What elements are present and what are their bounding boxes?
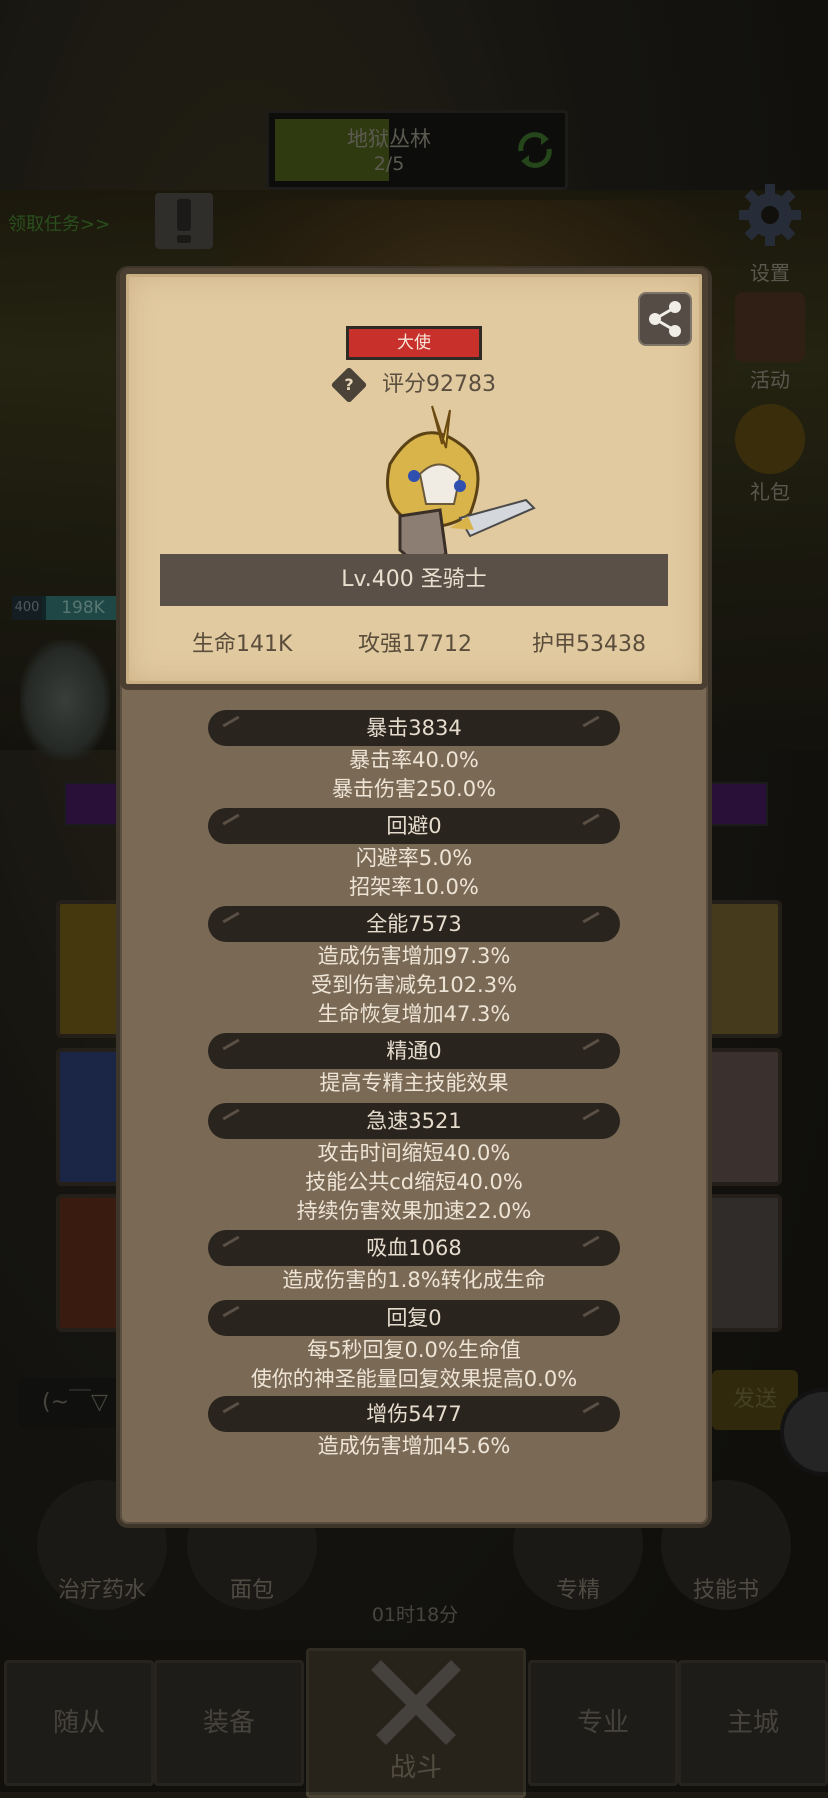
stat-line: 生命恢复增加47.3% [317,1002,511,1026]
stat-line: 受到伤害减免102.3% [310,973,518,997]
attack-stat: 攻强17712 [358,632,472,657]
stat-line: 暴击伤害250.0% [331,777,497,801]
hp-stat: 生命141K [192,632,293,657]
stat-header-lifesteal: 吸血1068 [208,1230,620,1266]
share-button[interactable] [638,292,692,346]
paladin-knight-avatar [386,405,536,570]
stat-header-versatility: 全能7573 [208,906,620,942]
stat-header-damage-bonus: 增伤5477 [208,1396,620,1432]
rank-badge: 大使 [346,326,482,360]
stat-header-crit: 暴击3834 [208,710,620,746]
stat-line: 提高专精主技能效果 [319,1071,509,1095]
share-icon [649,301,681,337]
main-stats-row: 生命141K 攻强17712 护甲53438 [160,626,668,657]
stat-header-dodge: 回避0 [208,808,620,844]
help-icon[interactable]: ? [336,372,362,398]
stat-line: 暴击率40.0% [349,748,479,772]
score-text: 评分92783 [382,372,496,397]
stat-header-mastery: 精通0 [208,1033,620,1069]
stat-line: 使你的神圣能量回复效果提高0.0% [250,1367,578,1391]
stat-line: 造成伤害的1.8%转化成生命 [282,1268,546,1292]
stat-header-regen: 回复0 [208,1300,620,1336]
stat-line: 持续伤害效果加速22.0% [296,1199,532,1223]
stat-line: 招架率10.0% [349,875,479,899]
stat-line: 每5秒回复0.0%生命值 [307,1338,521,1362]
armor-stat: 护甲53438 [532,632,646,657]
stat-line: 攻击时间缩短40.0% [317,1141,511,1165]
level-class-banner: Lv.400 圣骑士 [160,554,668,606]
stat-header-haste: 急速3521 [208,1103,620,1139]
stat-line: 闪避率5.0% [355,846,473,870]
stat-line: 造成伤害增加97.3% [317,944,511,968]
stat-line: 造成伤害增加45.6% [317,1434,511,1458]
stat-line: 技能公共cd缩短40.0% [305,1170,523,1194]
